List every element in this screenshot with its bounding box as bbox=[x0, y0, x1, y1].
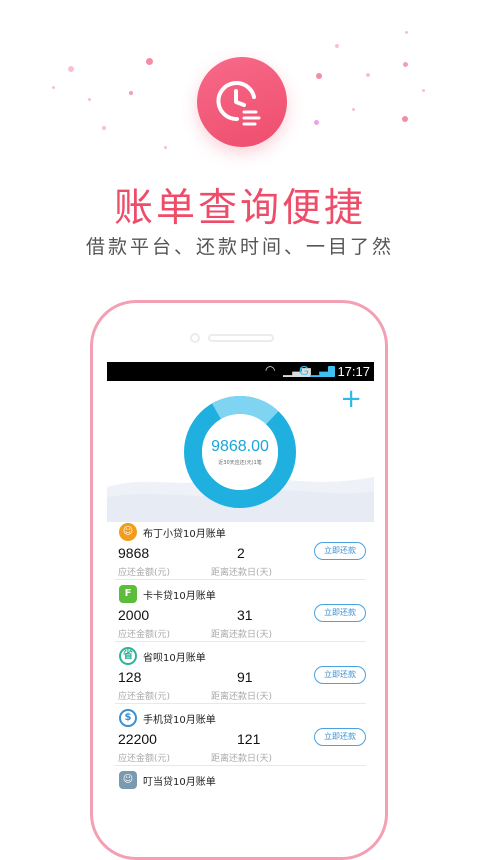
bill-amount: 22200 bbox=[118, 731, 157, 747]
bill-title: 卡卡贷10月账单 bbox=[143, 591, 216, 602]
repay-button[interactable]: 立即还款 bbox=[314, 542, 366, 560]
battery-icon bbox=[328, 366, 335, 377]
bill-item[interactable]: $ 手机贷10月账单 22200 121 应还金额(元) 距离还款日(天) 立即… bbox=[115, 705, 366, 766]
days-label: 距离还款日(天) bbox=[211, 630, 273, 640]
kakadai-logo-icon: F bbox=[119, 585, 137, 603]
amount-label: 应还金额(元) bbox=[118, 692, 171, 702]
add-bill-button[interactable]: + bbox=[340, 386, 362, 412]
status-bar: ◠ ▁▃▅ G ▁▃ 17:17 bbox=[107, 362, 374, 381]
status-time: 17:17 bbox=[337, 364, 370, 379]
repay-button[interactable]: 立即还款 bbox=[314, 604, 366, 622]
decor-dot bbox=[352, 108, 355, 111]
bill-amount: 2000 bbox=[118, 607, 150, 623]
decor-dot bbox=[366, 73, 370, 77]
clock-list-icon bbox=[197, 57, 287, 147]
amount-label: 应还金额(元) bbox=[118, 754, 171, 764]
bill-amount: 128 bbox=[118, 669, 142, 685]
wifi-icon: ◠ bbox=[265, 363, 276, 377]
phone-earpiece bbox=[208, 334, 274, 342]
budding-logo-icon: ☺ bbox=[119, 523, 137, 541]
amount-label: 应还金额(元) bbox=[118, 630, 171, 640]
decor-dot bbox=[164, 146, 167, 149]
headline: 账单查询便捷 bbox=[113, 186, 366, 231]
decor-dot bbox=[422, 89, 425, 92]
amount-label: 应还金额(元) bbox=[118, 568, 171, 578]
summary-total: 9868.00 bbox=[211, 438, 269, 455]
phone-screen: ◠ ▁▃▅ G ▁▃ 17:17 + 9868.00 近30天应还(元)1笔 ☺… bbox=[107, 362, 374, 800]
decor-dot bbox=[102, 126, 106, 130]
decor-dot bbox=[88, 98, 91, 101]
signal-strength-icon: ▁▃ bbox=[310, 363, 329, 377]
dingdang-logo-icon: ☺ bbox=[119, 771, 137, 789]
bill-item[interactable]: ☺ 叮当贷10月账单 bbox=[115, 767, 366, 800]
days-label: 距离还款日(天) bbox=[211, 754, 273, 764]
decor-dot bbox=[316, 73, 322, 79]
repay-button[interactable]: 立即还款 bbox=[314, 728, 366, 746]
shengbei-logo-icon: 省 bbox=[119, 647, 137, 665]
decor-dot bbox=[314, 120, 319, 125]
decor-dot bbox=[402, 116, 408, 122]
shoujidai-logo-icon: $ bbox=[119, 709, 137, 727]
decor-dot bbox=[129, 91, 133, 95]
bill-title: 布丁小贷10月账单 bbox=[143, 529, 226, 540]
summary-caption: 近30天应还(元)1笔 bbox=[218, 460, 262, 466]
bill-days: 31 bbox=[237, 607, 253, 623]
bill-days: 121 bbox=[237, 731, 261, 747]
repay-button[interactable]: 立即还款 bbox=[314, 666, 366, 684]
bill-title: 省呗10月账单 bbox=[143, 653, 206, 664]
subline: 借款平台、还款时间、一目了然 bbox=[85, 236, 394, 258]
days-label: 距离还款日(天) bbox=[211, 692, 273, 702]
phone-camera bbox=[190, 333, 200, 343]
bill-amount: 9868 bbox=[118, 545, 150, 561]
bill-title: 手机贷10月账单 bbox=[143, 715, 216, 726]
bill-item[interactable]: F 卡卡贷10月账单 2000 31 应还金额(元) 距离还款日(天) 立即还款 bbox=[115, 581, 366, 642]
decor-dot bbox=[405, 31, 408, 34]
decor-dot bbox=[403, 62, 408, 67]
bill-item[interactable]: ☺ 布丁小贷10月账单 9868 2 应还金额(元) 距离还款日(天) 立即还款 bbox=[115, 519, 366, 580]
decor-dot bbox=[52, 86, 55, 89]
decor-dot bbox=[68, 66, 74, 72]
bill-days: 91 bbox=[237, 669, 253, 685]
days-label: 距离还款日(天) bbox=[211, 568, 273, 578]
network-label: G bbox=[299, 363, 310, 378]
bill-title: 叮当贷10月账单 bbox=[143, 777, 216, 788]
decor-dot bbox=[146, 58, 153, 65]
bill-days: 2 bbox=[237, 545, 245, 561]
decor-dot bbox=[335, 44, 339, 48]
bill-item[interactable]: 省 省呗10月账单 128 91 应还金额(元) 距离还款日(天) 立即还款 bbox=[115, 643, 366, 704]
